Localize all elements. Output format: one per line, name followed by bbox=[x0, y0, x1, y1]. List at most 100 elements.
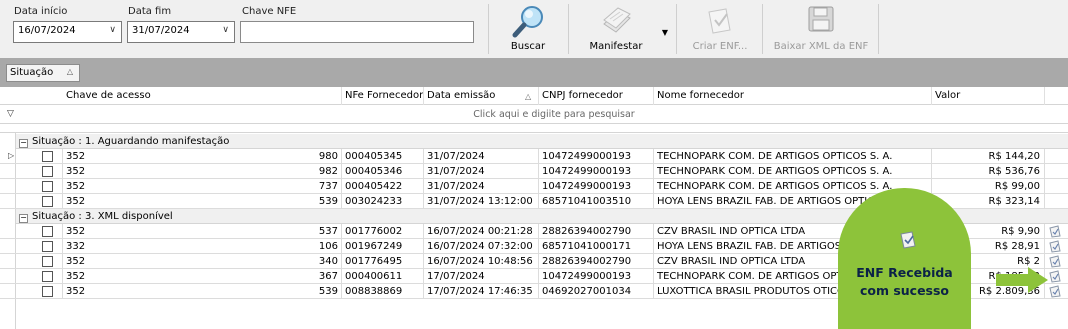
baixar-xml-button[interactable]: Baixar XML da ENF bbox=[768, 2, 874, 56]
cell-chave-num[interactable]: 737 bbox=[290, 181, 338, 192]
cell-nfe[interactable]: 008838869 bbox=[345, 286, 402, 297]
cell-divider bbox=[538, 269, 539, 284]
column-header-valor[interactable]: Valor bbox=[935, 90, 960, 101]
cell-data[interactable]: 31/07/2024 bbox=[427, 151, 485, 162]
cell-chave-num[interactable]: 982 bbox=[290, 166, 338, 177]
cell-valor[interactable]: R$ 536,76 bbox=[935, 166, 1040, 177]
dropdown-arrow-icon[interactable]: ▼ bbox=[662, 28, 668, 37]
cell-chave[interactable]: 352 bbox=[66, 151, 85, 162]
filter-row[interactable]: ▽ Click aqui e digiite para pesquisar bbox=[0, 105, 1068, 124]
row-checkbox[interactable] bbox=[42, 271, 53, 282]
cell-chave[interactable]: 352 bbox=[66, 226, 85, 237]
cell-cnpj[interactable]: 68571041003510 bbox=[542, 196, 631, 207]
cell-valor[interactable]: R$ 323,14 bbox=[935, 196, 1040, 207]
cell-chave-num[interactable]: 367 bbox=[290, 271, 338, 282]
cell-data[interactable]: 31/07/2024 13:12:00 bbox=[427, 196, 533, 207]
cell-nfe[interactable]: 001776495 bbox=[345, 256, 402, 267]
grid-spacer bbox=[0, 124, 1068, 133]
cell-nome[interactable]: TECHNOPARK COM. DE ARTIGOS OPTICOS S. A. bbox=[657, 151, 929, 162]
cell-data[interactable]: 31/07/2024 bbox=[427, 181, 485, 192]
cell-cnpj[interactable]: 28826394002790 bbox=[542, 256, 631, 267]
table-row[interactable]: 352 982 000405346 31/07/2024 10472499000193 T… bbox=[0, 164, 1068, 179]
group-row[interactable]: − Situação : 1. Aguardando manifestação bbox=[16, 134, 1068, 149]
cell-cnpj[interactable]: 10472499000193 bbox=[542, 166, 631, 177]
row-checkbox[interactable] bbox=[42, 151, 53, 162]
row-checkbox[interactable] bbox=[42, 181, 53, 192]
cell-valor[interactable]: R$ 144,20 bbox=[935, 151, 1040, 162]
cell-divider bbox=[423, 179, 424, 194]
cell-data[interactable]: 16/07/2024 00:21:28 bbox=[427, 226, 533, 237]
cell-valor[interactable]: R$ 99,00 bbox=[935, 181, 1040, 192]
cell-nfe[interactable]: 003024233 bbox=[345, 196, 402, 207]
cell-cnpj[interactable]: 28826394002790 bbox=[542, 226, 631, 237]
cell-nfe[interactable]: 000400611 bbox=[345, 271, 402, 282]
cell-chave[interactable]: 352 bbox=[66, 166, 85, 177]
chave-nfe-input[interactable] bbox=[240, 21, 474, 43]
cell-divider bbox=[538, 164, 539, 179]
document-stack-icon bbox=[600, 6, 634, 39]
collapse-toggle-icon[interactable]: − bbox=[19, 214, 28, 223]
cell-cnpj[interactable]: 10472499000193 bbox=[542, 181, 631, 192]
cell-chave[interactable]: 352 bbox=[66, 256, 85, 267]
cell-divider bbox=[62, 194, 63, 209]
xml-document-icon[interactable] bbox=[1048, 285, 1062, 301]
criar-enf-button[interactable]: Criar ENF... bbox=[684, 2, 756, 56]
cell-cnpj[interactable]: 10472499000193 bbox=[542, 151, 631, 162]
sort-ascending-icon: △ bbox=[525, 92, 532, 101]
cell-chave-num[interactable]: 980 bbox=[290, 151, 338, 162]
cell-chave[interactable]: 352 bbox=[66, 196, 85, 207]
cell-chave-num[interactable]: 106 bbox=[290, 241, 338, 252]
cell-nfe[interactable]: 000405422 bbox=[345, 181, 402, 192]
column-header-data[interactable]: Data emissão bbox=[427, 90, 495, 101]
cell-chave-num[interactable]: 539 bbox=[290, 286, 338, 297]
floppy-disk-icon bbox=[806, 4, 836, 37]
data-inicio-combo[interactable]: 16/07/2024 ∨ bbox=[13, 21, 122, 43]
manifestar-button[interactable]: Manifestar ▼ bbox=[578, 2, 670, 56]
cell-nfe[interactable]: 001967249 bbox=[345, 241, 402, 252]
column-header-cnpj[interactable]: CNPJ fornecedor bbox=[542, 90, 623, 101]
cell-data[interactable]: 31/07/2024 bbox=[427, 166, 485, 177]
table-row[interactable]: ▷ 352 980 000405345 31/07/2024 10472499000193… bbox=[0, 149, 1068, 164]
column-header-nfe[interactable]: NFe Fornecedor bbox=[345, 90, 423, 101]
column-separator bbox=[931, 87, 932, 105]
cell-divider bbox=[62, 269, 63, 284]
cell-nfe[interactable]: 000405345 bbox=[345, 151, 402, 162]
cell-nome[interactable]: TECHNOPARK COM. DE ARTIGOS OPTICOS S. A. bbox=[657, 166, 929, 177]
row-checkbox[interactable] bbox=[42, 166, 53, 177]
row-checkbox[interactable] bbox=[42, 286, 53, 297]
cell-chave[interactable]: 352 bbox=[66, 271, 85, 282]
cell-chave-num[interactable]: 340 bbox=[290, 256, 338, 267]
row-checkbox[interactable] bbox=[42, 196, 53, 207]
row-checkbox[interactable] bbox=[42, 241, 53, 252]
cell-chave-num[interactable]: 539 bbox=[290, 196, 338, 207]
cell-cnpj[interactable]: 10472499000193 bbox=[542, 271, 631, 282]
collapse-toggle-icon[interactable]: − bbox=[19, 139, 28, 148]
column-header-chave[interactable]: Chave de acesso bbox=[66, 90, 151, 101]
buscar-button[interactable]: Buscar bbox=[500, 2, 556, 56]
cell-divider bbox=[653, 284, 654, 299]
data-inicio-value: 16/07/2024 bbox=[18, 25, 76, 36]
data-fim-combo[interactable]: 31/07/2024 ∨ bbox=[127, 21, 235, 43]
cell-chave[interactable]: 352 bbox=[66, 181, 85, 192]
cell-data[interactable]: 16/07/2024 07:32:00 bbox=[427, 241, 533, 252]
row-checkbox[interactable] bbox=[42, 226, 53, 237]
cell-chave[interactable]: 332 bbox=[66, 241, 85, 252]
column-header-nome[interactable]: Nome fornecedor bbox=[657, 90, 744, 101]
cell-data[interactable]: 17/07/2024 bbox=[427, 271, 485, 282]
cell-data[interactable]: 16/07/2024 10:48:56 bbox=[427, 256, 533, 267]
cell-data[interactable]: 17/07/2024 17:46:35 bbox=[427, 286, 533, 297]
group-chip-situacao[interactable]: Situação △ bbox=[6, 64, 80, 82]
cell-cnpj[interactable]: 68571041000171 bbox=[542, 241, 631, 252]
toolbar-separator bbox=[676, 4, 677, 54]
cell-divider bbox=[341, 239, 342, 254]
cell-chave-num[interactable]: 537 bbox=[290, 226, 338, 237]
cell-nfe[interactable]: 000405346 bbox=[345, 166, 402, 177]
cell-chave[interactable]: 352 bbox=[66, 286, 85, 297]
toolbar-separator bbox=[762, 4, 763, 54]
document-check-icon bbox=[706, 6, 734, 39]
cell-cnpj[interactable]: 04692027001034 bbox=[542, 286, 631, 297]
row-checkbox[interactable] bbox=[42, 256, 53, 267]
cell-nfe[interactable]: 001776002 bbox=[345, 226, 402, 237]
chevron-down-icon: ∨ bbox=[109, 25, 116, 35]
cell-divider bbox=[62, 254, 63, 269]
